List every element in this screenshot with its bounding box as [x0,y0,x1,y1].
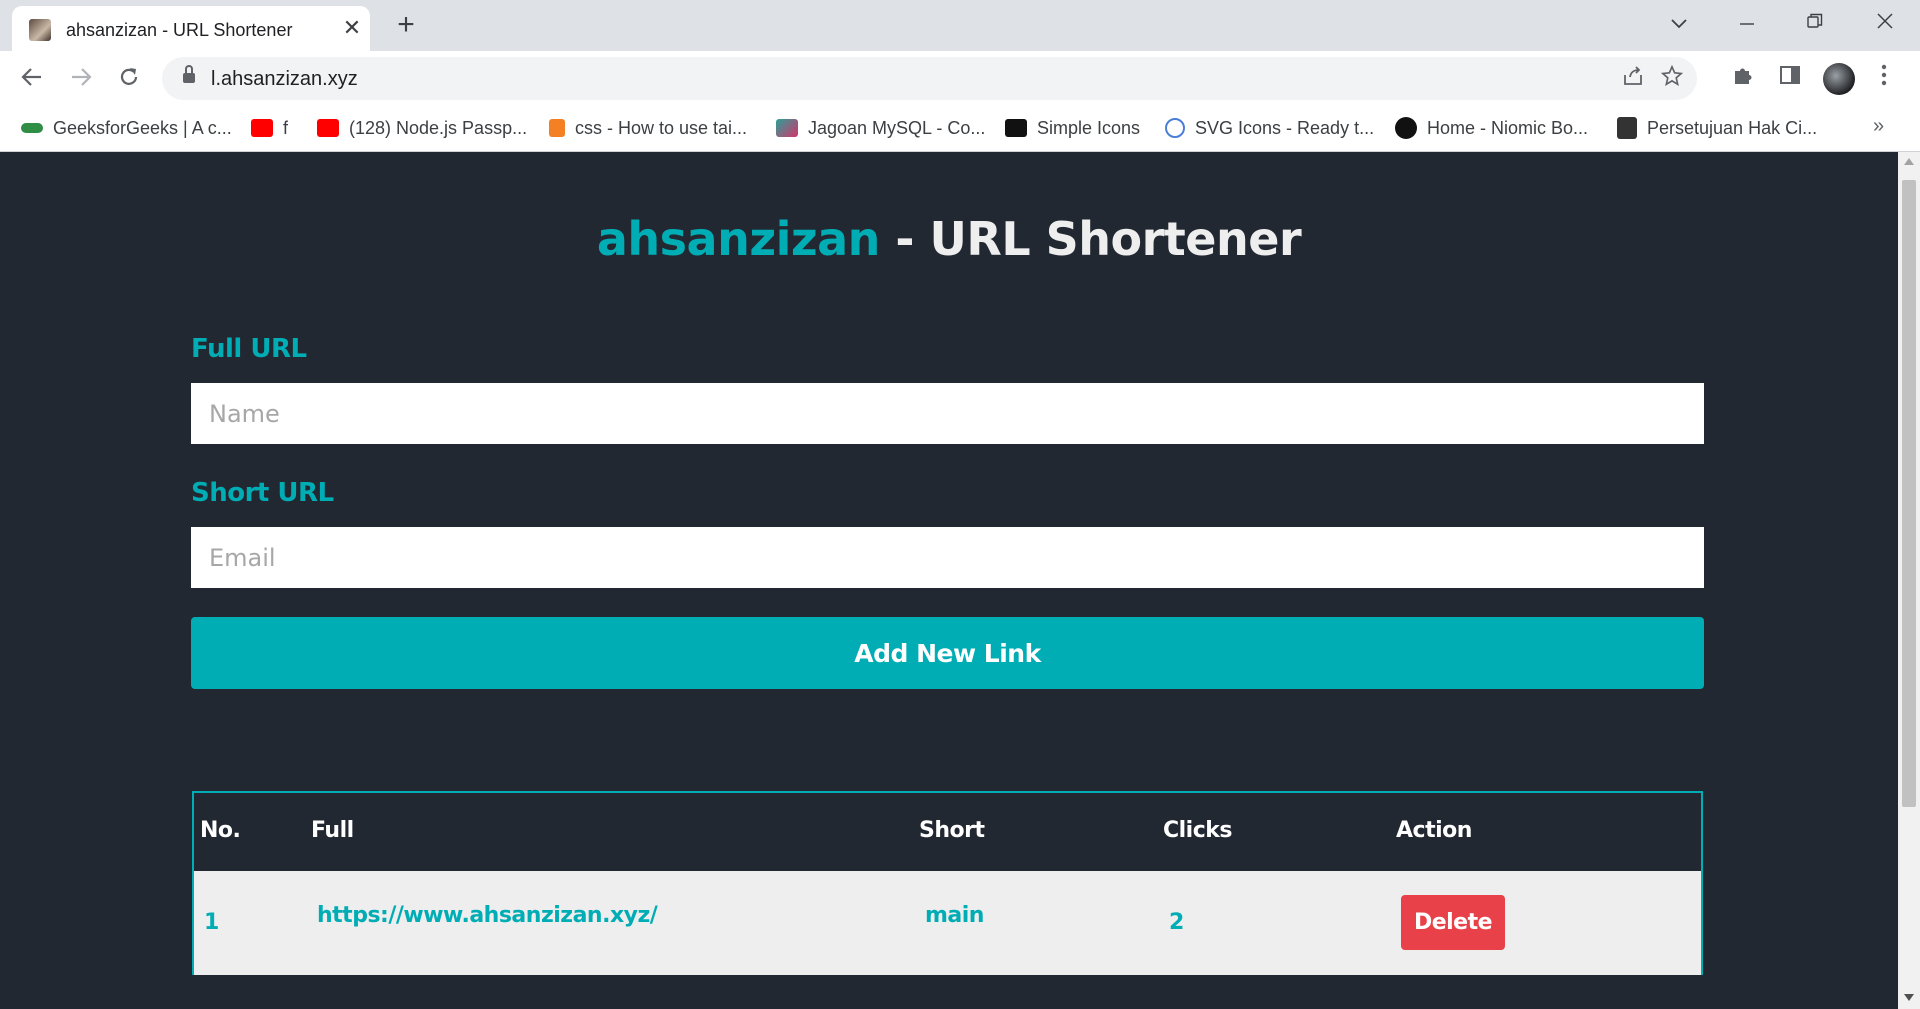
g-icon [1617,117,1637,139]
minimize-icon[interactable] [1722,6,1772,40]
add-new-link-button[interactable]: Add New Link [191,617,1704,689]
restore-icon[interactable] [1790,6,1840,40]
jagoan-icon [776,119,798,137]
full-url-link[interactable]: https://www.ahsanzizan.xyz/ [317,903,658,928]
page-title-rest: - URL Shortener [879,212,1302,266]
youtube-icon [317,119,339,137]
close-window-icon[interactable] [1860,6,1910,40]
bookmark-item[interactable]: Simple Icons [1005,115,1140,141]
extensions-puzzle-icon[interactable] [1728,64,1758,94]
column-header-action: Action [1396,818,1472,843]
column-header-clicks: Clicks [1163,818,1233,843]
reload-icon[interactable] [109,59,149,99]
column-header-full: Full [311,818,354,843]
more-bookmarks-chevron-icon[interactable]: » [1873,115,1884,138]
column-header-short: Short [919,818,985,843]
short-url-input[interactable] [191,527,1704,588]
side-panel-icon[interactable] [1775,64,1805,94]
bookmark-item[interactable]: GeeksforGeeks | A c... [21,115,232,141]
url-text[interactable]: l.ahsanzizan.xyz [211,68,358,91]
bookmark-star-icon[interactable] [1658,64,1686,93]
page-scrollbar[interactable] [1898,152,1920,1009]
dribbble-icon [1165,118,1185,138]
click-count: 2 [1169,910,1184,935]
column-header-no: No. [200,818,241,843]
page-content: ahsanzizan - URL Shortener Full URL Shor… [0,152,1898,1009]
bookmark-item[interactable]: css - How to use tai... [549,115,747,141]
bookmarks-bar: GeeksforGeeks | A c... f (128) Node.js P… [0,106,1920,152]
share-icon[interactable] [1619,65,1647,93]
back-arrow-icon[interactable] [12,59,52,99]
row-number: 1 [204,910,219,935]
youtube-icon [251,119,273,137]
full-url-label: Full URL [191,334,307,364]
short-url-label: Short URL [191,478,334,508]
niomic-icon [1395,117,1417,139]
profile-avatar[interactable] [1823,63,1855,95]
address-bar[interactable]: l.ahsanzizan.xyz [162,57,1697,100]
tab-title: ahsanzizan - URL Shortener [66,20,293,40]
browser-toolbar: l.ahsanzizan.xyz [0,51,1920,106]
bookmark-item[interactable]: Jagoan MySQL - Co... [776,115,985,141]
brand-name: ahsanzizan [596,212,881,266]
scroll-down-arrow-icon[interactable] [1904,994,1914,1001]
table-row: 1 https://www.ahsanzizan.xyz/ main 2 Del… [194,871,1701,975]
simple-icons-icon [1005,119,1027,137]
bookmark-item[interactable]: Home - Niomic Bo... [1395,115,1588,141]
forward-arrow-icon[interactable] [61,59,101,99]
bookmark-item[interactable]: Persetujuan Hak Ci... [1617,115,1817,141]
close-tab-icon[interactable]: ✕ [338,14,366,42]
scrollbar-thumb[interactable] [1902,180,1916,807]
short-url-link[interactable]: main [925,903,984,928]
lock-icon [183,65,195,83]
site-favicon-icon [29,19,51,41]
scroll-up-arrow-icon[interactable] [1904,158,1914,165]
tab-strip: ahsanzizan - URL Shortener ✕ + [0,0,1920,51]
table-header: No. Full Short Clicks Action [194,793,1701,871]
bookmark-item[interactable]: (128) Node.js Passp... [317,115,527,141]
stackoverflow-icon [549,119,565,137]
new-tab-button[interactable]: + [390,10,422,42]
links-table: No. Full Short Clicks Action 1 https://w… [192,791,1703,975]
delete-button[interactable]: Delete [1401,895,1505,950]
menu-kebab-icon[interactable] [1869,64,1899,94]
geeksforgeeks-icon [21,123,43,133]
full-url-input[interactable] [191,383,1704,444]
bookmark-item[interactable]: SVG Icons - Ready t... [1165,115,1374,141]
browser-tab[interactable]: ahsanzizan - URL Shortener ✕ [12,6,370,51]
bookmark-item[interactable]: f [251,115,288,141]
page-title: ahsanzizan - URL Shortener [0,212,1898,266]
tab-search-chevron-icon[interactable] [1654,6,1704,40]
